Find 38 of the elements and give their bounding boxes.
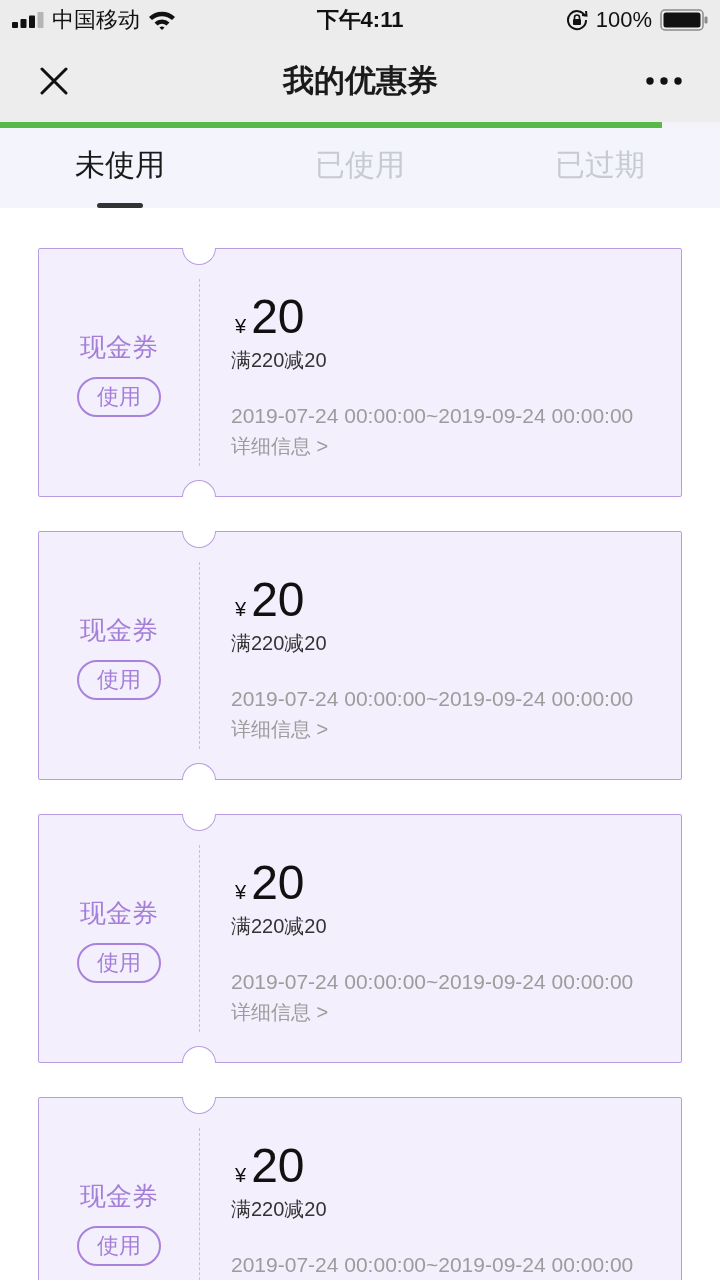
validity-period: 2019-07-24 00:00:00~2019-09-24 00:00:00	[231, 969, 634, 995]
details-link[interactable]: 详细信息 >	[231, 433, 329, 459]
currency-symbol: ¥	[235, 315, 247, 337]
details-link[interactable]: 详细信息 >	[231, 716, 329, 742]
validity-period: 2019-07-24 00:00:00~2019-09-24 00:00:00	[231, 686, 634, 712]
use-button[interactable]: 使用	[77, 659, 161, 700]
use-button[interactable]: 使用	[77, 376, 161, 417]
coupon-type: 现金券	[80, 330, 158, 364]
page-title: 我的优惠券	[282, 62, 438, 100]
details-link[interactable]: 详细信息 >	[231, 999, 329, 1025]
use-button[interactable]: 使用	[77, 942, 161, 983]
coupon-amount: 20	[251, 293, 305, 341]
rotation-lock-icon	[565, 9, 588, 31]
currency-symbol: ¥	[235, 598, 247, 620]
validity-period: 2019-07-24 00:00:00~2019-09-24 00:00:00	[231, 1252, 634, 1278]
coupon-condition: 满220减20	[231, 631, 327, 656]
coupon-type: 现金券	[80, 896, 158, 930]
use-button[interactable]: 使用	[77, 1225, 161, 1266]
coupon-amount: 20	[251, 859, 305, 907]
currency-symbol: ¥	[235, 1164, 247, 1186]
coupon-amount: 20	[251, 576, 305, 624]
more-icon	[646, 77, 682, 85]
wifi-icon	[148, 10, 176, 30]
coupon-condition: 满220减20	[231, 1197, 327, 1222]
coupon-condition: 满220减20	[231, 914, 327, 939]
battery-icon	[660, 9, 708, 31]
close-icon	[40, 67, 68, 95]
coupon-amount: 20	[251, 1142, 305, 1190]
coupon-type: 现金券	[80, 1179, 158, 1213]
tab[interactable]: 未使用	[0, 128, 240, 208]
status-time: 下午4:11	[316, 7, 404, 33]
battery-percent: 100%	[595, 7, 652, 33]
validity-period: 2019-07-24 00:00:00~2019-09-24 00:00:00	[231, 403, 634, 429]
coupon-condition: 满220减20	[231, 348, 327, 373]
signal-icon	[12, 12, 44, 28]
coupon-type: 现金券	[80, 613, 158, 647]
currency-symbol: ¥	[235, 881, 247, 903]
carrier-name: 中国移动	[52, 7, 140, 33]
